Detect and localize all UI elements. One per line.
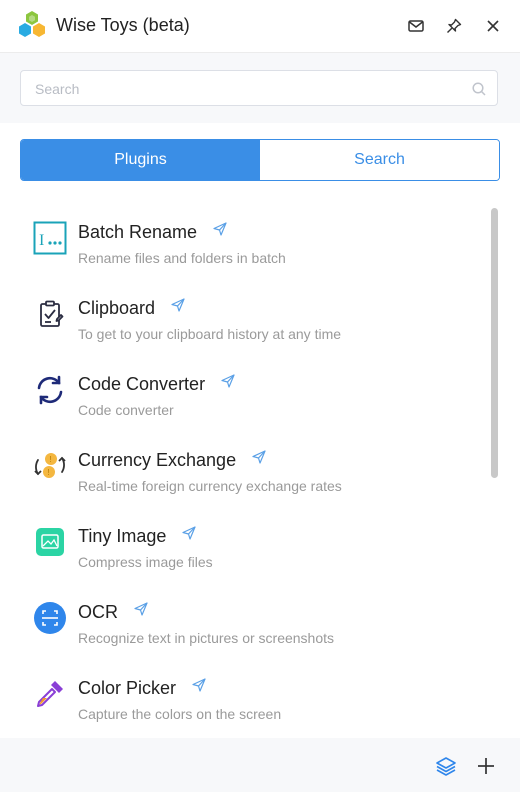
svg-text:I: I (39, 232, 44, 249)
item-description: Real-time foreign currency exchange rate… (78, 478, 342, 494)
list-item[interactable]: Clipboard To get to your clipboard histo… (0, 280, 480, 356)
footer-bar (0, 738, 520, 792)
batch-rename-icon: I (32, 220, 68, 256)
item-title: Currency Exchange (78, 450, 237, 470)
send-icon[interactable] (171, 296, 185, 312)
tab-search[interactable]: Search (260, 140, 499, 180)
close-icon[interactable] (481, 14, 505, 38)
item-title: Clipboard (78, 298, 156, 318)
search-section (0, 52, 520, 123)
scrollbar-thumb[interactable] (491, 208, 498, 478)
mail-icon[interactable] (404, 14, 428, 38)
send-icon[interactable] (252, 448, 266, 464)
color-picker-icon (32, 676, 68, 712)
plugin-list: I Batch Rename Rename files and folders … (0, 198, 520, 738)
item-description: Compress image files (78, 554, 213, 570)
pin-icon[interactable] (442, 14, 466, 38)
item-description: Rename files and folders in batch (78, 250, 286, 266)
list-item[interactable]: ! ! Currency Exchange Real-time foreign … (0, 432, 480, 508)
send-icon[interactable] (221, 372, 235, 388)
list-item[interactable]: Color Picker Capture the colors on the s… (0, 660, 480, 736)
send-icon[interactable] (182, 524, 196, 540)
hexagon-cluster-icon (16, 10, 48, 42)
list-item[interactable]: Tiny Image Compress image files (0, 508, 480, 584)
list-item[interactable]: I Batch Rename Rename files and folders … (0, 204, 480, 280)
tiny-image-icon (32, 524, 68, 560)
app-title: Wise Toys (beta) (56, 15, 190, 35)
item-title: OCR (78, 602, 118, 622)
tab-bar: Plugins Search (20, 139, 500, 181)
clipboard-icon (32, 296, 68, 332)
item-description: To get to your clipboard history at any … (78, 326, 342, 342)
list-item[interactable]: Code Converter Code converter (0, 356, 480, 432)
item-title: Code Converter (78, 374, 206, 394)
search-icon[interactable] (471, 81, 487, 97)
layers-icon[interactable] (434, 754, 458, 778)
send-icon[interactable] (192, 676, 206, 692)
send-icon[interactable] (213, 220, 227, 236)
search-input[interactable] (33, 71, 467, 107)
item-description: Recognize text in pictures or screenshot… (78, 630, 335, 646)
svg-text:!: ! (48, 468, 50, 477)
item-description: Capture the colors on the screen (78, 706, 282, 722)
item-description: Code converter (78, 402, 174, 418)
code-converter-icon (32, 372, 68, 408)
item-title: Color Picker (78, 678, 177, 698)
add-icon[interactable] (474, 754, 498, 778)
svg-text:!: ! (50, 455, 52, 464)
currency-exchange-icon: ! ! (32, 448, 68, 484)
item-title: Batch Rename (78, 222, 198, 242)
tab-plugins[interactable]: Plugins (21, 140, 260, 180)
list-item[interactable]: OCR Recognize text in pictures or screen… (0, 584, 480, 660)
search-box[interactable] (20, 70, 498, 107)
title-bar: Wise Toys (beta) (0, 0, 520, 52)
send-icon[interactable] (134, 600, 148, 616)
ocr-icon (32, 600, 68, 636)
item-title: Tiny Image (78, 526, 167, 546)
